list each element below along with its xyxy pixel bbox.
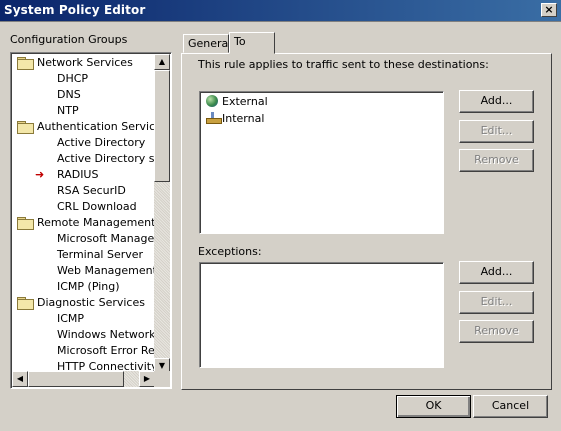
folder-icon	[17, 217, 34, 230]
tree-item-label: RSA SecurID	[57, 184, 126, 197]
tree-item-label: Network Services	[37, 56, 133, 69]
network-icon	[206, 112, 222, 124]
add-exception-button[interactable]: Add...	[459, 261, 534, 284]
close-icon: ×	[544, 3, 554, 16]
globe-icon	[206, 95, 218, 107]
edit-exception-button[interactable]: Edit...	[459, 291, 534, 314]
list-item[interactable]: External	[206, 94, 268, 110]
tree-item-label: Windows Networking	[57, 328, 156, 341]
tab-to-label: To	[234, 35, 246, 48]
folder-icon	[17, 57, 34, 70]
tree-item-label: Authentication Services	[37, 120, 156, 133]
tree-item-label: Microsoft Error Repo	[57, 344, 156, 357]
configuration-groups-label: Configuration Groups	[10, 33, 128, 46]
tree-item-label: CRL Download	[57, 200, 137, 213]
exceptions-list[interactable]	[199, 262, 444, 368]
tab-general-label: General	[188, 37, 232, 50]
cancel-button[interactable]: Cancel	[473, 395, 548, 418]
tree-item-label: Web Management	[57, 264, 156, 277]
destinations-list[interactable]: External Internal	[199, 91, 444, 234]
tab-general[interactable]: General	[183, 34, 232, 53]
arrow-indicator-icon: ➜	[35, 168, 45, 181]
folder-icon	[17, 297, 34, 310]
ok-button[interactable]: OK	[396, 395, 471, 418]
edit-destination-button[interactable]: Edit...	[459, 120, 534, 143]
scroll-up-button[interactable]: ▲	[154, 54, 170, 70]
horizontal-scrollbar[interactable]: ◀ ▶	[12, 371, 155, 387]
tree-item-label: Terminal Server	[57, 248, 144, 261]
list-item[interactable]: Internal	[206, 111, 264, 127]
configuration-tree[interactable]: Network Services DHCP DNS NTP Authentication…	[10, 52, 172, 389]
remove-exception-button[interactable]: Remove	[459, 320, 534, 343]
tree-item-label: Active Directory serv	[57, 152, 156, 165]
horizontal-scroll-thumb[interactable]	[28, 371, 124, 387]
scroll-corner	[154, 371, 170, 387]
tree-item-label: ICMP	[57, 312, 85, 325]
tree-item-label: DHCP	[57, 72, 89, 85]
remove-destination-button[interactable]: Remove	[459, 149, 534, 172]
tree-item-label: DNS	[57, 88, 81, 101]
destination-label: Internal	[222, 112, 265, 125]
tree-item-label: ICMP (Ping)	[57, 280, 120, 293]
add-destination-button[interactable]: Add...	[459, 90, 534, 113]
title-bar: System Policy Editor ×	[0, 0, 561, 22]
tree-item-label: RADIUS	[57, 168, 99, 181]
exceptions-label: Exceptions:	[198, 245, 262, 258]
folder-icon	[17, 121, 34, 134]
close-button[interactable]: ×	[541, 3, 557, 17]
scroll-right-button[interactable]: ▶	[139, 371, 155, 387]
tree-item-label: Remote Management	[37, 216, 156, 229]
tree-item-label: Active Directory	[57, 136, 146, 149]
tree-item-label: NTP	[57, 104, 79, 117]
tree-item-label: Diagnostic Services	[37, 296, 145, 309]
destination-label: External	[222, 95, 268, 108]
tab-to[interactable]: To	[229, 32, 275, 54]
vertical-scrollbar[interactable]: ▲ ▼	[154, 54, 170, 374]
window-title: System Policy Editor	[4, 3, 146, 17]
destinations-description: This rule applies to traffic sent to the…	[198, 58, 489, 71]
tree-item-label: Microsoft Manageme	[57, 232, 156, 245]
scroll-left-button[interactable]: ◀	[12, 371, 28, 387]
tree-items: Network Services DHCP DNS NTP Authentication…	[13, 55, 156, 373]
vertical-scroll-thumb[interactable]	[154, 70, 170, 182]
